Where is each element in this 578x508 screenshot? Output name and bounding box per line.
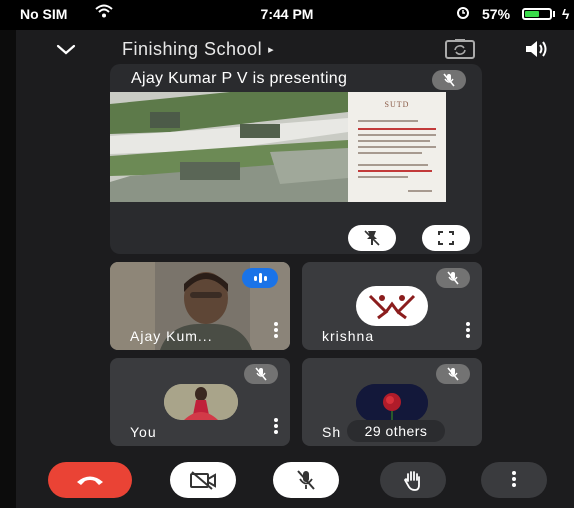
more-options-icon[interactable] bbox=[466, 322, 470, 340]
avatar bbox=[356, 286, 428, 326]
muted-badge bbox=[244, 364, 278, 384]
alarm-icon bbox=[455, 6, 471, 23]
raise-hand-icon bbox=[403, 471, 420, 491]
slide-heading: SUTD bbox=[384, 100, 410, 109]
fullscreen-icon bbox=[438, 231, 454, 245]
participant-tile-you[interactable]: You bbox=[110, 358, 290, 446]
mic-off-icon bbox=[447, 367, 459, 381]
fullscreen-button[interactable] bbox=[422, 225, 470, 251]
left-edge bbox=[0, 0, 16, 508]
participant-tile-krishna[interactable]: krishna bbox=[302, 262, 482, 350]
avatar bbox=[356, 384, 428, 422]
right-edge bbox=[574, 0, 578, 508]
meet-app-screen: No SIM 7:44 PM 57% ϟ Finishing School ▸ A… bbox=[0, 0, 574, 508]
speaker-icon[interactable] bbox=[524, 39, 550, 64]
participant-name: Sh bbox=[322, 424, 342, 440]
participant-tile-ajay[interactable]: Ajay Kum... bbox=[110, 262, 290, 350]
camera-off-icon bbox=[190, 471, 216, 490]
end-call-button[interactable] bbox=[48, 462, 132, 498]
raise-hand-button[interactable] bbox=[380, 462, 446, 498]
switch-camera-icon[interactable] bbox=[444, 38, 476, 65]
battery-icon bbox=[522, 8, 552, 20]
chevron-down-icon[interactable] bbox=[55, 40, 76, 60]
muted-badge bbox=[436, 268, 470, 288]
mic-off-icon bbox=[447, 271, 459, 285]
camera-toggle-button[interactable] bbox=[170, 462, 236, 498]
muted-badge bbox=[436, 364, 470, 384]
presenting-label: Ajay Kumar P V is presenting bbox=[131, 70, 348, 87]
more-options-icon[interactable] bbox=[274, 322, 278, 340]
participant-tile-others[interactable]: Sh 29 others bbox=[302, 358, 482, 446]
status-bar: No SIM 7:44 PM 57% ϟ bbox=[0, 0, 574, 30]
more-options-icon[interactable] bbox=[274, 418, 278, 436]
mic-toggle-button[interactable] bbox=[273, 462, 339, 498]
shared-slide: SUTD bbox=[110, 92, 446, 202]
participant-name: Ajay Kum... bbox=[130, 328, 213, 344]
others-count-pill[interactable]: 29 others bbox=[347, 420, 445, 442]
meeting-title-text: Finishing School bbox=[122, 39, 263, 59]
more-options-button[interactable] bbox=[481, 462, 547, 498]
charging-icon: ϟ bbox=[562, 6, 570, 22]
meeting-title[interactable]: Finishing School ▸ bbox=[122, 39, 274, 60]
mic-off-icon bbox=[443, 73, 455, 87]
battery-tip bbox=[553, 11, 555, 17]
unpin-button[interactable] bbox=[348, 225, 396, 251]
title-arrow-icon: ▸ bbox=[268, 44, 275, 56]
battery-percent: 57% bbox=[482, 6, 511, 22]
mic-off-icon bbox=[255, 367, 267, 381]
unpin-icon bbox=[364, 230, 380, 246]
presenter-muted-badge bbox=[432, 70, 466, 90]
speaking-indicator bbox=[242, 268, 278, 288]
slide-text-panel: SUTD bbox=[348, 92, 446, 202]
end-call-icon bbox=[77, 476, 103, 485]
more-options-icon bbox=[512, 471, 516, 489]
participant-name: You bbox=[130, 424, 157, 440]
presentation-tile[interactable]: Ajay Kumar P V is presenting SUTD bbox=[110, 64, 482, 254]
participant-name: krishna bbox=[322, 328, 375, 344]
mic-off-icon bbox=[297, 470, 315, 490]
avatar bbox=[164, 384, 238, 420]
